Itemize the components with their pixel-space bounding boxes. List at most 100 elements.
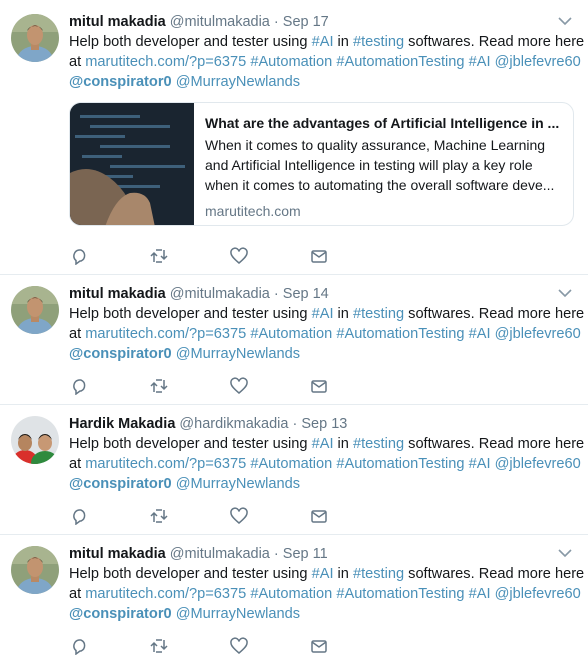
tweet-date[interactable]: Sep 13 [301,416,347,432]
avatar[interactable] [11,416,59,464]
hashtag-link[interactable]: #AutomationTesting [336,456,464,472]
tweet-date[interactable]: Sep 17 [283,14,329,30]
reply-icon[interactable] [71,377,89,395]
hashtag-link[interactable]: #AI [469,586,491,602]
text-segment: softwares. Read more here [404,34,585,50]
mention-link[interactable]: @conspirator0 [69,606,172,622]
separator-dot: · [273,14,279,30]
mention-link[interactable]: @conspirator0 [69,346,172,362]
text-segment: in [333,566,353,582]
hashtag-link[interactable]: #Automation [250,326,332,342]
hashtag-link[interactable]: #AI [312,306,334,322]
hashtag-link[interactable]: #testing [353,306,404,322]
tweet[interactable]: Hardik Makadia @hardikmakadia · Sep 13 H… [0,405,588,535]
reply-icon[interactable] [71,507,89,525]
chevron-down-icon[interactable] [558,548,572,558]
card-desc-line: and Artificial Intelligence in testing w… [205,157,533,173]
retweet-icon[interactable] [150,507,168,525]
tweet[interactable]: mitul makadia @mitulmakadia · Sep 14 Hel… [0,275,588,405]
heart-icon[interactable] [230,247,248,265]
mention-link[interactable]: @conspirator0 [69,74,172,90]
hashtag-link[interactable]: #AutomationTesting [336,586,464,602]
text-segment: at [69,54,86,70]
hashtag-link[interactable]: #testing [353,566,404,582]
separator-dot: · [273,286,279,302]
envelope-icon[interactable] [310,247,328,265]
separator-dot: · [273,546,279,562]
hashtag-link[interactable]: #AutomationTesting [336,54,464,70]
text-segment: at [69,456,86,472]
url-link[interactable]: marutitech.com/?p=6375 [85,326,246,342]
user-name[interactable]: mitul makadia [69,286,166,302]
mention-link[interactable]: @jblefevre60 [495,54,581,70]
hashtag-link[interactable]: #AI [469,456,491,472]
text-segment: Help both developer and tester using [69,566,312,582]
text-segment: softwares. Read more here [404,566,585,582]
avatar[interactable] [11,546,59,594]
reply-icon[interactable] [71,247,89,265]
mention-link[interactable]: @MurrayNewlands [176,606,300,622]
avatar[interactable] [11,14,59,62]
hashtag-link[interactable]: #AutomationTesting [336,326,464,342]
heart-icon[interactable] [230,637,248,655]
user-handle[interactable]: @mitulmakadia [170,14,270,30]
user-handle[interactable]: @hardikmakadia [179,416,288,432]
tweet-date[interactable]: Sep 11 [283,546,328,562]
heart-icon[interactable] [230,377,248,395]
hashtag-link[interactable]: #Automation [250,54,332,70]
user-name[interactable]: Hardik Makadia [69,416,175,432]
user-handle[interactable]: @mitulmakadia [170,286,270,302]
mention-link[interactable]: @jblefevre60 [495,456,581,472]
envelope-icon[interactable] [310,507,328,525]
hashtag-link[interactable]: #AI [312,436,334,452]
hashtag-link[interactable]: #AI [312,34,334,50]
heart-icon[interactable] [230,507,248,525]
hashtag-link[interactable]: #Automation [250,586,332,602]
hashtag-link[interactable]: #testing [353,436,404,452]
retweet-icon[interactable] [150,377,168,395]
chevron-down-icon[interactable] [558,288,572,298]
chevron-down-icon[interactable] [558,16,572,26]
mention-link[interactable]: @MurrayNewlands [176,74,300,90]
hashtag-link[interactable]: #AI [469,54,491,70]
url-link[interactable]: marutitech.com/?p=6375 [85,456,246,472]
reply-icon[interactable] [71,637,89,655]
url-link[interactable]: marutitech.com/?p=6375 [85,54,246,70]
user-name[interactable]: mitul makadia [69,546,166,562]
link-card[interactable]: What are the advantages of Artificial In… [69,102,574,226]
tweet-header: mitul makadia @mitulmakadia · Sep 14 [69,284,574,304]
tweet[interactable]: mitul makadia @mitulmakadia · Sep 17 Hel… [0,0,588,275]
separator-dot: · [292,416,298,432]
envelope-icon[interactable] [310,377,328,395]
text-segment: in [333,436,353,452]
hashtag-link[interactable]: #Automation [250,456,332,472]
card-desc-line: When it comes to quality assurance, Mach… [205,137,546,153]
tweet-text: Help both developer and tester using #AI… [69,32,584,92]
card-desc-line: when it comes to automating the overall … [205,177,555,193]
avatar[interactable] [11,286,59,334]
envelope-icon[interactable] [310,637,328,655]
mention-link[interactable]: @jblefevre60 [495,326,581,342]
tweet[interactable]: mitul makadia @mitulmakadia · Sep 11 Hel… [0,535,588,661]
user-handle[interactable]: @mitulmakadia [170,546,270,562]
card-domain: marutitech.com [205,203,301,219]
mention-link[interactable]: @MurrayNewlands [176,346,300,362]
mention-link[interactable]: @jblefevre60 [495,586,581,602]
mention-link[interactable]: @MurrayNewlands [176,476,300,492]
hashtag-link[interactable]: #testing [353,34,404,50]
tweet-text: Help both developer and tester using #AI… [69,304,584,364]
text-segment: in [333,34,353,50]
hashtag-link[interactable]: #AI [312,566,334,582]
tweet-text: Help both developer and tester using #AI… [69,434,584,494]
tweet-actions [71,507,371,525]
retweet-icon[interactable] [150,247,168,265]
user-name[interactable]: mitul makadia [69,14,166,30]
hashtag-link[interactable]: #AI [469,326,491,342]
card-image [70,103,194,225]
text-segment: softwares. Read more here [404,306,585,322]
retweet-icon[interactable] [150,637,168,655]
tweet-header: mitul makadia @mitulmakadia · Sep 17 [69,12,574,32]
tweet-date[interactable]: Sep 14 [283,286,329,302]
mention-link[interactable]: @conspirator0 [69,476,172,492]
url-link[interactable]: marutitech.com/?p=6375 [85,586,246,602]
